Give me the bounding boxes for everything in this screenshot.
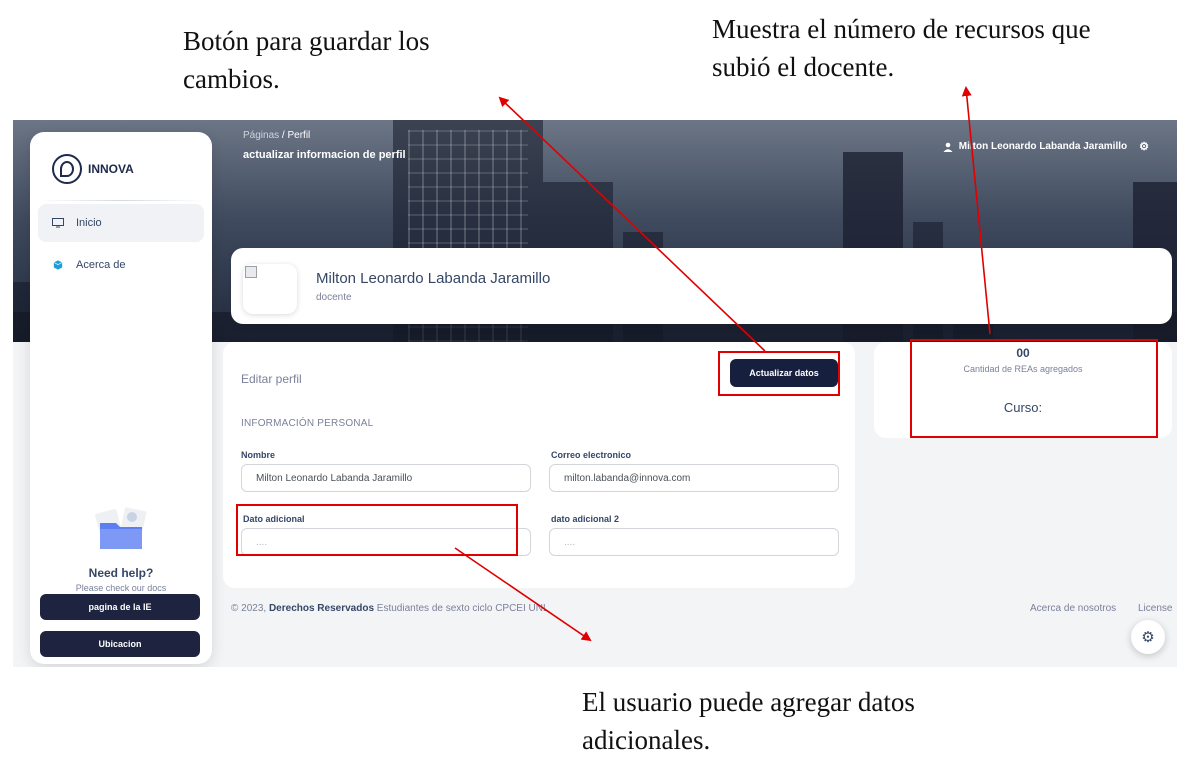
personal-info-heading: INFORMACIÓN PERSONAL <box>241 418 374 429</box>
dato-adicional-2-input[interactable]: .... <box>549 528 839 556</box>
sidebar-item-acerca[interactable]: Acerca de <box>38 246 204 284</box>
annotation-resource-count: Muestra el número de recursos que subió … <box>712 14 1091 82</box>
nombre-input[interactable]: Milton Leonardo Labanda Jaramillo <box>241 464 531 492</box>
footer-copy-prefix: © 2023, <box>231 603 267 614</box>
location-button[interactable]: Ubicacion <box>40 631 200 657</box>
sidebar: INNOVA Inicio Acerca de Need help? Pleas… <box>30 132 212 664</box>
breadcrumb-current: Perfil <box>287 130 311 141</box>
user-icon <box>943 142 953 152</box>
footer-copyright: © 2023, Derechos Reservados Estudiantes … <box>231 603 549 614</box>
profile-card: Milton Leonardo Labanda Jaramillo docent… <box>231 248 1172 324</box>
annotation-box-stats <box>910 339 1158 438</box>
avatar <box>243 264 297 314</box>
annotation-box-update-button <box>718 351 840 396</box>
help-subtitle: Please check our docs <box>75 583 167 593</box>
nombre-label: Nombre <box>241 450 276 460</box>
settings-fab-gear-icon[interactable]: ⚙ <box>1131 620 1165 654</box>
annotation-save-button: Botón para guardar los cambios. <box>183 26 430 94</box>
brand-logo[interactable]: INNOVA <box>52 154 134 184</box>
monitor-icon <box>52 218 64 228</box>
school-page-button[interactable]: pagina de la IE <box>40 594 200 620</box>
footer-link-license[interactable]: License <box>1138 603 1172 614</box>
correo-input[interactable]: milton.labanda@innova.com <box>549 464 839 492</box>
sidebar-item-label: Acerca de <box>76 259 126 271</box>
brand-name: INNOVA <box>88 162 134 176</box>
header-user[interactable]: Milton Leonardo Labanda Jaramillo ⚙ <box>943 140 1149 153</box>
breadcrumb: Páginas / Perfil <box>243 130 310 141</box>
breadcrumb-separator: / <box>281 130 285 141</box>
settings-gear-icon[interactable]: ⚙ <box>1139 140 1149 153</box>
annotation-box-dato-adicional <box>236 504 518 556</box>
edit-profile-title: Editar perfil <box>241 372 302 386</box>
footer-link-about[interactable]: Acerca de nosotros <box>1030 603 1116 614</box>
dato-adicional-2-label: dato adicional 2 <box>551 514 620 524</box>
page-title: actualizar informacion de perfil <box>243 149 406 161</box>
help-title: Need help? <box>88 566 154 580</box>
sidebar-item-inicio[interactable]: Inicio <box>38 204 204 242</box>
footer-copy-rest: Estudiantes de sexto ciclo CPCEI UNL <box>376 603 549 614</box>
correo-label: Correo electronico <box>551 450 632 460</box>
header-user-name: Milton Leonardo Labanda Jaramillo <box>958 141 1128 152</box>
broken-image-icon <box>245 266 257 278</box>
annotation-additional-data: El usuario puede agregar datos adicional… <box>582 687 915 755</box>
folder-illustration-icon <box>95 507 147 549</box>
profile-name: Milton Leonardo Labanda Jaramillo <box>316 270 551 287</box>
footer-copy-bold: Derechos Reservados <box>268 603 375 614</box>
breadcrumb-parent[interactable]: Páginas <box>243 130 279 141</box>
sidebar-divider <box>38 200 204 201</box>
profile-role: docente <box>316 292 352 303</box>
innova-logo-icon <box>52 154 82 184</box>
cube-icon <box>53 260 63 270</box>
sidebar-item-label: Inicio <box>76 217 102 229</box>
